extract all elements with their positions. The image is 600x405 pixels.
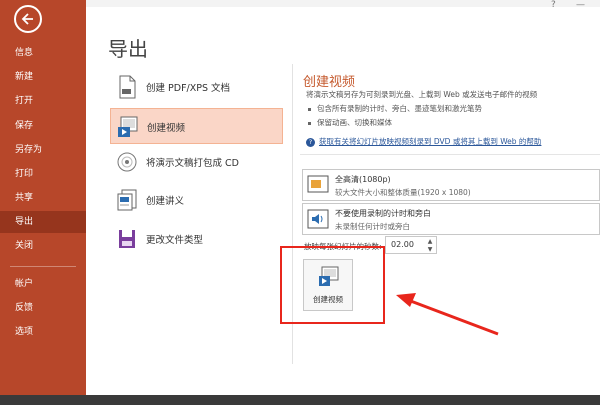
- seconds-value[interactable]: 02.00: [391, 240, 414, 249]
- back-button[interactable]: [14, 5, 42, 33]
- sidebar-item-share[interactable]: 共享: [0, 187, 86, 209]
- section-description: 将演示文稿另存为可刻录到光盘、上载到 Web 或发送电子邮件的视频: [306, 90, 538, 99]
- dropdown-subtitle: 较大文件大小和整体质量(1920 x 1080): [335, 188, 471, 197]
- sidebar-item-print[interactable]: 打印: [0, 163, 86, 185]
- sidebar-item-feedback[interactable]: 反馈: [0, 297, 86, 319]
- annotation-arrow-icon: [396, 293, 499, 336]
- sidebar-item-export[interactable]: 导出: [0, 211, 86, 233]
- cd-disc-icon: [117, 152, 137, 172]
- handout-icon: [117, 189, 137, 211]
- sidebar-item-save[interactable]: 保存: [0, 115, 86, 137]
- sidebar-item-account[interactable]: 帐户: [0, 273, 86, 295]
- help-icon: ?: [306, 138, 315, 147]
- export-option-label: 创建 PDF/XPS 文档: [146, 83, 231, 94]
- window-control-icon[interactable]: ?: [551, 0, 556, 10]
- seconds-spinner[interactable]: 02.00 ▲ ▼: [385, 236, 437, 254]
- export-option-handouts[interactable]: 创建讲义: [110, 182, 283, 218]
- taskbar-strip: [0, 395, 600, 405]
- sidebar-item-new[interactable]: 新建: [0, 66, 86, 88]
- export-option-package-cd[interactable]: 将演示文稿打包成 CD: [110, 144, 283, 180]
- help-link[interactable]: ? 获取有关将幻灯片放映视频刻录到 DVD 或将其上载到 Web 的帮助: [306, 136, 541, 147]
- sidebar-item-options[interactable]: 选项: [0, 321, 86, 343]
- highlight-box: [280, 246, 385, 324]
- create-video-icon: [118, 116, 138, 137]
- video-quality-dropdown[interactable]: 全高清(1080p) 较大文件大小和整体质量(1920 x 1080): [302, 169, 600, 201]
- pdf-document-icon: [119, 75, 136, 99]
- horizontal-divider: [300, 154, 600, 155]
- change-file-type-icon: [119, 230, 135, 248]
- timing-narration-dropdown[interactable]: 不要使用录制的计时和旁白 未录制任何计时或旁白: [302, 203, 600, 235]
- export-option-label: 创建视频: [147, 123, 186, 134]
- export-option-label: 将演示文稿打包成 CD: [146, 158, 239, 169]
- export-option-label: 更改文件类型: [146, 235, 204, 246]
- dropdown-subtitle: 未录制任何计时或旁白: [335, 222, 410, 231]
- dropdown-title: 全高清(1080p): [335, 175, 391, 184]
- sidebar-item-close[interactable]: 关闭: [0, 235, 86, 257]
- export-option-change-file-type[interactable]: 更改文件类型: [110, 221, 283, 257]
- dropdown-title: 不要使用录制的计时和旁白: [335, 209, 431, 218]
- export-page: ? — 导出 创建 PDF/XPS 文档 创建视频 将演示文稿打包成 CD 创建…: [86, 0, 600, 405]
- sidebar-divider: [10, 266, 76, 267]
- spin-down-icon[interactable]: ▼: [426, 246, 434, 254]
- page-title: 导出: [108, 37, 148, 61]
- bullet-item: 保留动画、切换和媒体: [308, 117, 392, 128]
- export-option-label: 创建讲义: [146, 196, 185, 207]
- sidebar-item-open[interactable]: 打开: [0, 90, 86, 112]
- narration-timing-icon: [307, 209, 329, 229]
- backstage-sidebar: 信息 新建 打开 保存 另存为 打印 共享 导出 关闭 帐户 反馈 选项: [0, 0, 86, 405]
- back-arrow-icon: [21, 13, 33, 25]
- presentation-quality-icon: [307, 175, 329, 193]
- sidebar-item-info[interactable]: 信息: [0, 42, 86, 64]
- sidebar-item-save-as[interactable]: 另存为: [0, 139, 86, 161]
- section-title: 创建视频: [303, 75, 356, 90]
- title-bar: [86, 0, 600, 7]
- export-option-pdf[interactable]: 创建 PDF/XPS 文档: [110, 69, 283, 105]
- bullet-item: 包含所有录制的计时、旁白、墨迹笔划和激光笔势: [308, 103, 482, 114]
- minimize-icon[interactable]: —: [576, 0, 585, 10]
- export-option-create-video[interactable]: 创建视频: [110, 108, 283, 144]
- spin-up-icon[interactable]: ▲: [426, 238, 434, 246]
